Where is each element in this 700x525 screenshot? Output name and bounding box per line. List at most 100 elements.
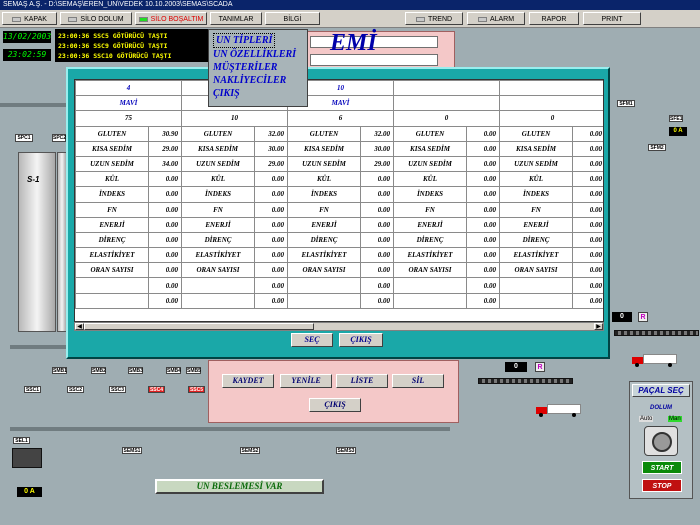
property-label-cell[interactable]: KISA SEDİM bbox=[287, 140, 361, 157]
property-label-cell[interactable]: GLUTEN bbox=[393, 125, 467, 142]
property-label-cell[interactable]: GLUTEN bbox=[181, 125, 255, 142]
property-value-cell[interactable]: 0.00 bbox=[466, 155, 500, 173]
property-label-cell[interactable]: ENERJİ bbox=[499, 216, 573, 233]
scrollbar-thumb[interactable] bbox=[84, 323, 314, 330]
scroll-left-icon[interactable]: ◀ bbox=[75, 323, 84, 330]
grid-header-cell[interactable] bbox=[393, 80, 500, 97]
property-label-cell[interactable]: UZUN SEDİM bbox=[75, 155, 149, 173]
menu-item-un-tipleri[interactable]: UN TİPLERİ bbox=[213, 33, 307, 48]
menu-alarm-button[interactable]: ALARM bbox=[467, 12, 525, 25]
property-label-cell[interactable]: İNDEKS bbox=[287, 186, 361, 203]
property-label-cell[interactable] bbox=[393, 277, 467, 294]
property-value-cell[interactable]: 0.00 bbox=[466, 186, 500, 203]
property-value-cell[interactable]: 0.00 bbox=[466, 216, 500, 233]
property-value-cell[interactable]: 0.00 bbox=[360, 247, 394, 264]
panel-cikis-button[interactable]: ÇIKIŞ bbox=[309, 398, 361, 412]
sec-button[interactable]: SEÇ bbox=[291, 333, 333, 347]
property-label-cell[interactable]: ORAN SAYISI bbox=[287, 262, 361, 279]
property-label-cell[interactable]: ELASTİKİYET bbox=[393, 247, 467, 264]
property-value-cell[interactable]: 0.00 bbox=[572, 231, 603, 249]
property-value-cell[interactable]: 0.00 bbox=[572, 125, 603, 142]
property-value-cell[interactable]: 0.00 bbox=[254, 231, 288, 249]
property-value-cell[interactable]: 0.00 bbox=[148, 171, 182, 188]
horizontal-scrollbar[interactable]: ◀ ▶ bbox=[74, 322, 604, 331]
property-label-cell[interactable]: ENERJİ bbox=[75, 216, 149, 233]
property-label-cell[interactable]: UZUN SEDİM bbox=[393, 155, 467, 173]
menu-silo-dolum-button[interactable]: SİLO DOLUM bbox=[60, 12, 132, 25]
property-label-cell[interactable]: İNDEKS bbox=[181, 186, 255, 203]
property-value-cell[interactable]: 0.00 bbox=[148, 277, 182, 294]
start-button[interactable]: START bbox=[642, 461, 682, 474]
property-value-cell[interactable]: 0.00 bbox=[360, 262, 394, 279]
property-label-cell[interactable]: GLUTEN bbox=[75, 125, 149, 142]
property-value-cell[interactable]: 0.00 bbox=[254, 277, 288, 294]
property-value-cell[interactable]: 0.00 bbox=[466, 171, 500, 188]
property-value-cell[interactable]: 0.00 bbox=[254, 216, 288, 233]
grid-header-cell[interactable]: 6 bbox=[287, 110, 394, 127]
property-label-cell[interactable] bbox=[181, 292, 255, 309]
property-label-cell[interactable]: DİRENÇ bbox=[75, 231, 149, 249]
grid-header-cell[interactable] bbox=[499, 80, 603, 97]
property-label-cell[interactable]: KISA SEDİM bbox=[75, 140, 149, 157]
property-value-cell[interactable]: 0.00 bbox=[360, 216, 394, 233]
grid-header-cell[interactable]: 0 bbox=[393, 110, 500, 127]
property-value-cell[interactable]: 0.00 bbox=[466, 277, 500, 294]
property-label-cell[interactable]: İNDEKS bbox=[75, 186, 149, 203]
property-value-cell[interactable]: 30.00 bbox=[254, 140, 288, 157]
property-value-cell[interactable]: 0.00 bbox=[148, 247, 182, 264]
property-label-cell[interactable]: ORAN SAYISI bbox=[75, 262, 149, 279]
menu-silo-bosaltim-button[interactable]: SİLO BOŞALTIM bbox=[135, 12, 207, 25]
property-value-cell[interactable]: 34.00 bbox=[148, 155, 182, 173]
property-value-cell[interactable]: 0.00 bbox=[572, 171, 603, 188]
property-value-cell[interactable]: 0.00 bbox=[572, 262, 603, 279]
property-label-cell[interactable]: ELASTİKİYET bbox=[75, 247, 149, 264]
property-label-cell[interactable]: İNDEKS bbox=[499, 186, 573, 203]
menu-rapor-button[interactable]: RAPOR bbox=[529, 12, 579, 25]
yenile-button[interactable]: YENİLE bbox=[280, 374, 332, 388]
property-value-cell[interactable]: 0.00 bbox=[254, 186, 288, 203]
property-label-cell[interactable]: FN bbox=[499, 201, 573, 218]
property-value-cell[interactable]: 0.00 bbox=[360, 201, 394, 218]
property-label-cell[interactable]: DİRENÇ bbox=[499, 231, 573, 249]
grid-header-cell[interactable] bbox=[393, 95, 500, 112]
property-label-cell[interactable] bbox=[287, 292, 361, 309]
property-value-cell[interactable]: 29.00 bbox=[360, 155, 394, 173]
liste-button[interactable]: LİSTE bbox=[336, 374, 388, 388]
property-label-cell[interactable]: ORAN SAYISI bbox=[393, 262, 467, 279]
property-value-cell[interactable]: 0.00 bbox=[148, 201, 182, 218]
property-label-cell[interactable]: DİRENÇ bbox=[181, 231, 255, 249]
property-value-cell[interactable]: 0.00 bbox=[466, 201, 500, 218]
property-value-cell[interactable]: 0.00 bbox=[254, 247, 288, 264]
property-value-cell[interactable]: 29.00 bbox=[254, 155, 288, 173]
property-value-cell[interactable]: 0.00 bbox=[466, 125, 500, 142]
property-value-cell[interactable]: 0.00 bbox=[148, 231, 182, 249]
property-value-cell[interactable]: 0.00 bbox=[148, 262, 182, 279]
property-value-cell[interactable]: 0.00 bbox=[466, 231, 500, 249]
property-value-cell[interactable]: 29.00 bbox=[148, 140, 182, 157]
property-value-cell[interactable]: 0.00 bbox=[572, 247, 603, 264]
menu-kapak-button[interactable]: KAPAK bbox=[2, 12, 57, 25]
property-value-cell[interactable]: 0.00 bbox=[360, 231, 394, 249]
grid-header-cell[interactable] bbox=[499, 95, 603, 112]
grid-header-cell[interactable]: 75 bbox=[75, 110, 182, 127]
property-value-cell[interactable]: 0.00 bbox=[254, 171, 288, 188]
property-label-cell[interactable]: DİRENÇ bbox=[287, 231, 361, 249]
property-value-cell[interactable]: 0.00 bbox=[360, 186, 394, 203]
property-value-cell[interactable]: 0.00 bbox=[572, 186, 603, 203]
motor-icon[interactable] bbox=[12, 448, 42, 468]
menu-tanimlar-button[interactable]: TANIMLAR bbox=[210, 12, 262, 25]
property-label-cell[interactable]: KÜL bbox=[181, 171, 255, 188]
kaydet-button[interactable]: KAYDET bbox=[222, 374, 274, 388]
property-label-cell[interactable] bbox=[499, 277, 573, 294]
property-value-cell[interactable]: 0.00 bbox=[572, 155, 603, 173]
property-label-cell[interactable]: KÜL bbox=[393, 171, 467, 188]
property-value-cell[interactable]: 0.00 bbox=[360, 277, 394, 294]
property-value-cell[interactable]: 0.00 bbox=[254, 201, 288, 218]
property-label-cell[interactable]: KÜL bbox=[499, 171, 573, 188]
property-value-cell[interactable]: 0.00 bbox=[148, 216, 182, 233]
property-value-cell[interactable]: 0.00 bbox=[254, 292, 288, 309]
property-label-cell[interactable]: KISA SEDİM bbox=[499, 140, 573, 157]
grid-header-cell[interactable]: 4 bbox=[75, 80, 182, 97]
menu-item-musteriler[interactable]: MÜŞTERİLER bbox=[213, 61, 307, 74]
silo-s1[interactable]: S-1 bbox=[18, 152, 56, 332]
